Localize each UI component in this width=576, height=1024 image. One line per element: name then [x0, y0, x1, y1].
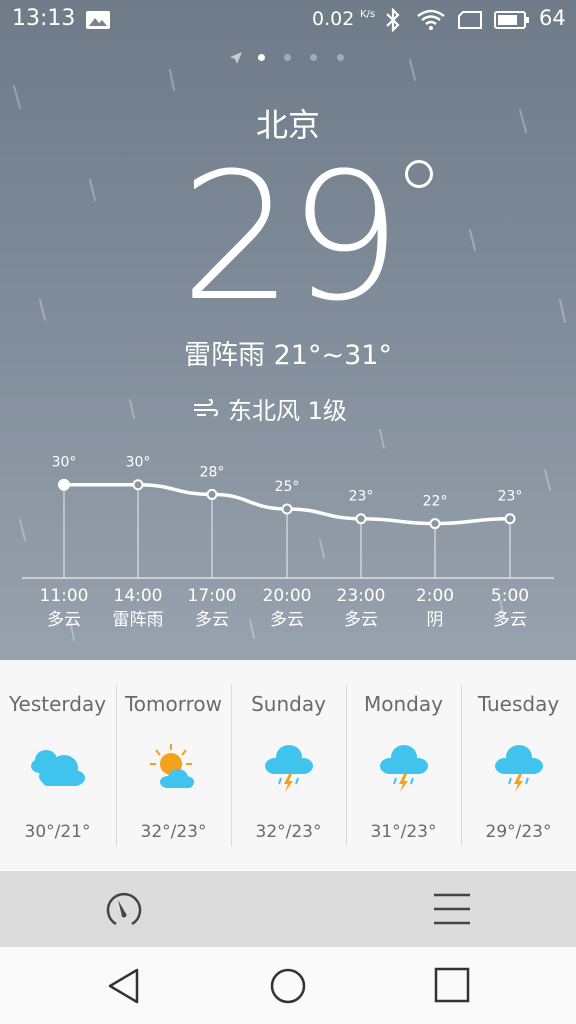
temperature-label: 25° [275, 479, 300, 495]
system-navigation-bar [0, 947, 576, 1024]
sim-icon [458, 11, 482, 29]
temperature-label: 28° [200, 464, 225, 480]
temperature-label: 30° [126, 455, 151, 471]
wifi-icon [417, 9, 445, 30]
page-dot[interactable] [310, 54, 317, 61]
location-arrow-icon [230, 52, 242, 64]
partly-sunny-icon [150, 744, 194, 788]
wind-info: 东北风 1级 [192, 391, 347, 426]
battery-level: 64 [539, 6, 566, 30]
temperature-point [206, 488, 218, 500]
cloudy-icon [31, 750, 85, 786]
temperature-point [355, 513, 367, 525]
home-icon[interactable] [269, 967, 307, 1005]
net-speed: 0.02 [312, 8, 355, 30]
recent-apps-icon[interactable] [434, 967, 470, 1003]
current-condition: 雷阵雨 21°~31° [184, 340, 392, 371]
thunderstorm-icon [380, 745, 428, 792]
status-bar: 13:13 0.02 K/s 64 [0, 0, 576, 40]
temperature-point [281, 503, 293, 515]
temperature-point [429, 518, 441, 530]
temperature-point [132, 479, 144, 491]
hour-condition: 多云 [493, 610, 527, 630]
page-dot[interactable] [337, 54, 344, 61]
day-name: Tuesday [477, 692, 560, 716]
hour-label: 23:00 [337, 586, 386, 606]
thunderstorm-icon [495, 745, 543, 792]
menu-icon[interactable] [432, 891, 472, 927]
status-time: 13:13 [12, 6, 76, 31]
gauge-icon[interactable] [104, 890, 144, 930]
day-card-tomorrow[interactable]: Tomorrow 32°/23° [116, 660, 231, 870]
day-temp-range: 29°/23° [485, 822, 552, 842]
day-card-monday[interactable]: Monday 31°/23° [346, 660, 461, 870]
day-name: Sunday [251, 692, 326, 716]
hour-label: 17:00 [188, 586, 237, 606]
hour-label: 2:00 [416, 586, 454, 606]
hour-condition: 多云 [344, 610, 378, 630]
temperature-point [504, 513, 516, 525]
day-card-tuesday[interactable]: Tuesday 29°/23° [461, 660, 576, 870]
bottom-toolbar [0, 871, 576, 947]
day-name: Monday [364, 692, 443, 716]
day-temp-range: 31°/23° [370, 822, 437, 842]
page-dot-active[interactable] [258, 54, 265, 61]
wind-label: 东北风 1级 [228, 397, 347, 425]
thunderstorm-icon [265, 745, 313, 792]
hour-label: 20:00 [263, 586, 312, 606]
hour-condition: 多云 [195, 610, 229, 630]
hourly-forecast: 30° 11:00 多云 30° 14:00 雷阵雨 28° 17:00 多云 25° 20:00 多… [0, 440, 576, 640]
day-card-yesterday[interactable]: Yesterday 30°/21° [0, 660, 115, 870]
hour-label: 14:00 [114, 586, 163, 606]
weather-hero: 13:13 0.02 K/s 64 北京 29 雷阵雨 21°~31° 东北风 … [0, 0, 576, 660]
net-speed-unit: K/s [360, 9, 376, 20]
hour-condition: 多云 [47, 610, 81, 630]
day-temp-range: 30°/21° [24, 822, 91, 842]
image-icon [86, 11, 110, 29]
wind-icon [194, 398, 218, 416]
battery-icon [494, 11, 529, 29]
hour-condition: 雷阵雨 [113, 610, 164, 630]
hour-condition: 多云 [270, 610, 304, 630]
temperature-point [58, 478, 70, 491]
temperature-label: 23° [498, 489, 523, 505]
bluetooth-icon [386, 8, 400, 32]
page-dot[interactable] [284, 54, 291, 61]
day-name: Yesterday [8, 692, 107, 716]
back-icon[interactable] [106, 967, 142, 1005]
temperature-label: 30° [52, 455, 77, 471]
temperature-label: 23° [349, 489, 374, 505]
day-card-sunday[interactable]: Sunday 32°/23° [231, 660, 346, 870]
temperature-label: 22° [423, 494, 448, 510]
hour-condition: 阴 [427, 610, 444, 630]
hour-label: 11:00 [40, 586, 89, 606]
day-temp-range: 32°/23° [255, 822, 322, 842]
current-temperature: 29 [179, 135, 402, 340]
hour-label: 5:00 [491, 586, 529, 606]
daily-forecast: Yesterday 30°/21° Tomorrow 32°/23° Sunda… [0, 660, 576, 870]
hourly-temperature-chart: 30° 11:00 多云 30° 14:00 雷阵雨 28° 17:00 多云 25° 20:00 多… [22, 455, 554, 630]
day-temp-range: 32°/23° [140, 822, 207, 842]
day-name: Tomorrow [124, 692, 223, 716]
degree-symbol [405, 160, 433, 188]
